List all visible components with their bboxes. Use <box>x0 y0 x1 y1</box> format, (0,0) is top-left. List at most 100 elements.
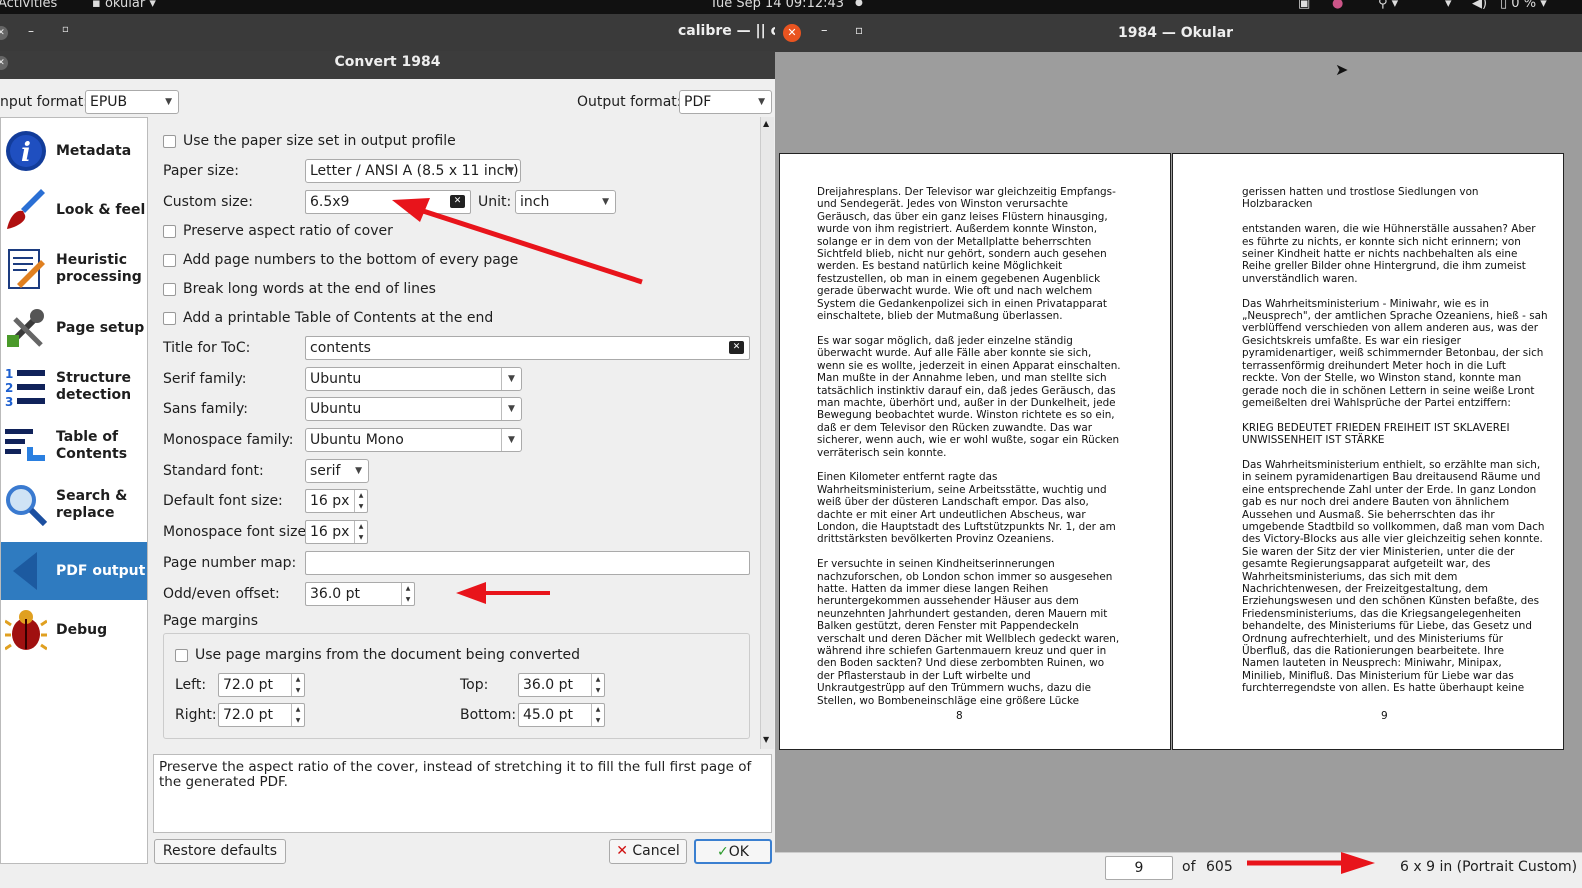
pdf-page-right: gerissen hatten und trostlose Siedlungen… <box>1172 153 1564 750</box>
use-paper-size-checkbox[interactable]: Use the paper size set in output profile <box>163 133 456 149</box>
toc-icon <box>5 429 45 461</box>
app-menu[interactable]: ▪ okular ▾ <box>92 0 156 11</box>
right-margin-label: Right: <box>175 707 217 723</box>
serif-family-select[interactable]: Ubuntu ▼ <box>305 367 522 391</box>
chevron-down-icon: ▼ <box>501 429 521 451</box>
spin-arrows-icon[interactable]: ▲ ▼ <box>354 521 367 543</box>
sidebar-item-heuristic[interactable]: Heuristic processing <box>1 240 147 298</box>
sidebar-item-label: Page setup <box>56 319 145 336</box>
left-margin-spinbox[interactable]: 72.0 pt ▲ ▼ <box>218 673 305 697</box>
close-icon[interactable]: ✕ <box>0 26 8 40</box>
close-icon[interactable]: ✕ <box>783 24 801 42</box>
svg-text:1: 1 <box>5 367 13 381</box>
paper-size-select[interactable]: Letter / ANSI A (8.5 x 11 inch) ▼ <box>305 159 521 183</box>
chevron-down-icon: ▼ <box>501 398 521 420</box>
odd-even-offset-spinbox[interactable]: 36.0 pt ▲ ▼ <box>305 582 415 606</box>
minimize-icon[interactable]: – <box>28 24 34 38</box>
system-top-bar: Activities ▪ okular ▾ Tue Sep 14 09:12:4… <box>0 0 1582 14</box>
chevron-down-icon: ▼ <box>507 166 514 176</box>
checkmark-icon: ✓ <box>717 844 729 860</box>
firefox-icon[interactable]: ● <box>1332 0 1343 11</box>
sidebar-item-label: Metadata <box>56 142 132 159</box>
sidebar-item-label: Debug <box>56 621 108 638</box>
page-number-input[interactable]: 9 <box>1105 856 1173 880</box>
odd-even-offset-label: Odd/even offset: <box>163 586 280 602</box>
panel-scrollbar[interactable]: ▲ ▼ <box>760 117 774 749</box>
okular-window-title: 1984 — Okular <box>1118 25 1234 41</box>
annotation-arrow-offset <box>456 582 550 604</box>
sidebar-item-page-setup[interactable]: Page setup <box>1 299 147 357</box>
option-help-text: Preserve the aspect ratio of the cover, … <box>153 754 772 833</box>
spin-arrows-icon[interactable]: ▲ ▼ <box>291 704 304 726</box>
activities-button[interactable]: Activities <box>0 0 57 11</box>
input-format-select[interactable]: EPUB ▼ <box>85 90 179 114</box>
monospace-font-size-label: Monospace font size: <box>163 524 311 540</box>
document-wand-icon <box>8 249 45 289</box>
monospace-font-size-spinbox[interactable]: 16 px ▲ ▼ <box>305 520 368 544</box>
output-format-select[interactable]: PDF ▼ <box>679 90 772 114</box>
clock[interactable]: Tue Sep 14 09:12:43 <box>710 0 844 11</box>
use-doc-margins-checkbox[interactable]: Use page margins from the document being… <box>175 647 580 663</box>
right-margin-spinbox[interactable]: 72.0 pt ▲ ▼ <box>218 703 305 727</box>
sidebar-item-pdf-output[interactable]: PDF output <box>1 542 147 600</box>
scroll-down-icon[interactable]: ▼ <box>763 735 769 744</box>
sidebar-item-debug[interactable]: Debug <box>1 601 147 659</box>
network-icon[interactable]: ⚲ ▾ <box>1378 0 1398 11</box>
spin-arrows-icon[interactable]: ▲ ▼ <box>591 674 604 696</box>
sidebar-item-label: PDF output <box>56 562 146 579</box>
calibre-window-title: calibre — || ca <box>678 23 789 39</box>
scroll-up-icon[interactable]: ▲ <box>763 119 769 128</box>
page-text: gerissen hatten und trostlose Siedlungen… <box>1242 186 1548 695</box>
default-font-size-spinbox[interactable]: 16 px ▲ ▼ <box>305 489 368 513</box>
sans-family-label: Sans family: <box>163 401 248 417</box>
dialog-titlebar: ✕ Convert 1984 <box>0 51 775 79</box>
top-margin-spinbox[interactable]: 36.0 pt ▲ ▼ <box>518 673 605 697</box>
preserve-aspect-checkbox[interactable]: Preserve aspect ratio of cover <box>163 223 393 239</box>
spin-arrows-icon[interactable]: ▲ ▼ <box>591 704 604 726</box>
minimize-icon[interactable]: – <box>821 23 828 38</box>
svg-text:i: i <box>21 138 31 168</box>
chevron-down-icon: ▼ <box>165 97 172 107</box>
add-toc-checkbox[interactable]: Add a printable Table of Contents at the… <box>163 310 493 326</box>
bottom-margin-spinbox[interactable]: 45.0 pt ▲ ▼ <box>518 703 605 727</box>
options-sidebar: i Metadata Look & feel Heuristic process… <box>0 117 148 864</box>
spin-arrows-icon[interactable]: ▲ ▼ <box>401 583 414 605</box>
sidebar-item-metadata[interactable]: i Metadata <box>1 122 147 180</box>
monospace-family-select[interactable]: Ubuntu Mono ▼ <box>305 428 522 452</box>
toc-title-label: Title for ToC: <box>163 340 251 356</box>
sidebar-item-look-feel[interactable]: Look & feel <box>1 181 147 239</box>
sans-family-select[interactable]: Ubuntu ▼ <box>305 397 522 421</box>
maximize-icon[interactable]: ▫ <box>855 23 863 37</box>
wifi-icon[interactable]: ▾ <box>1445 0 1452 11</box>
chevron-down-icon: ▼ <box>355 466 362 476</box>
standard-font-select[interactable]: serif ▼ <box>305 459 369 483</box>
magnifier-icon <box>6 485 47 526</box>
total-pages: 605 <box>1206 859 1233 875</box>
maximize-icon[interactable]: ▫ <box>62 24 69 35</box>
sidebar-item-toc[interactable]: Table of Contents <box>1 417 147 475</box>
arrow-left-icon <box>13 552 37 590</box>
standard-font-label: Standard font: <box>163 463 264 479</box>
of-label: of <box>1182 859 1196 875</box>
page-text: Dreijahresplans. Der Televisor war gleic… <box>817 186 1121 707</box>
sidebar-item-search-replace[interactable]: Search & replace <box>1 476 147 534</box>
paper-size-label: Paper size: <box>163 163 239 179</box>
volume-icon[interactable]: ◀) <box>1472 0 1487 11</box>
restore-defaults-button[interactable]: Restore defaults <box>154 839 286 864</box>
dialog-close-icon[interactable]: ✕ <box>0 56 8 70</box>
spin-arrows-icon[interactable]: ▲ ▼ <box>291 674 304 696</box>
svg-text:3: 3 <box>5 395 13 408</box>
clear-icon[interactable]: ✕ <box>729 341 744 354</box>
cancel-button[interactable]: ✕ Cancel <box>609 839 687 864</box>
ok-button[interactable]: ✓OK <box>694 839 772 864</box>
notification-dot-icon: ● <box>855 0 863 8</box>
calibre-titlebar: ✕ – ▫ calibre — || ca <box>0 14 788 51</box>
battery-indicator[interactable]: ▯ 0 % ▾ <box>1500 0 1547 11</box>
sidebar-item-structure[interactable]: 123 Structure detection <box>1 358 147 416</box>
mouse-pointer-icon: ➤ <box>1335 60 1349 79</box>
page-number-map-input[interactable] <box>305 551 750 575</box>
screenshot-icon[interactable]: ▣ <box>1298 0 1310 11</box>
bug-icon <box>5 610 47 651</box>
spin-arrows-icon[interactable]: ▲ ▼ <box>354 490 367 512</box>
toc-title-input[interactable]: contents ✕ <box>305 336 750 360</box>
